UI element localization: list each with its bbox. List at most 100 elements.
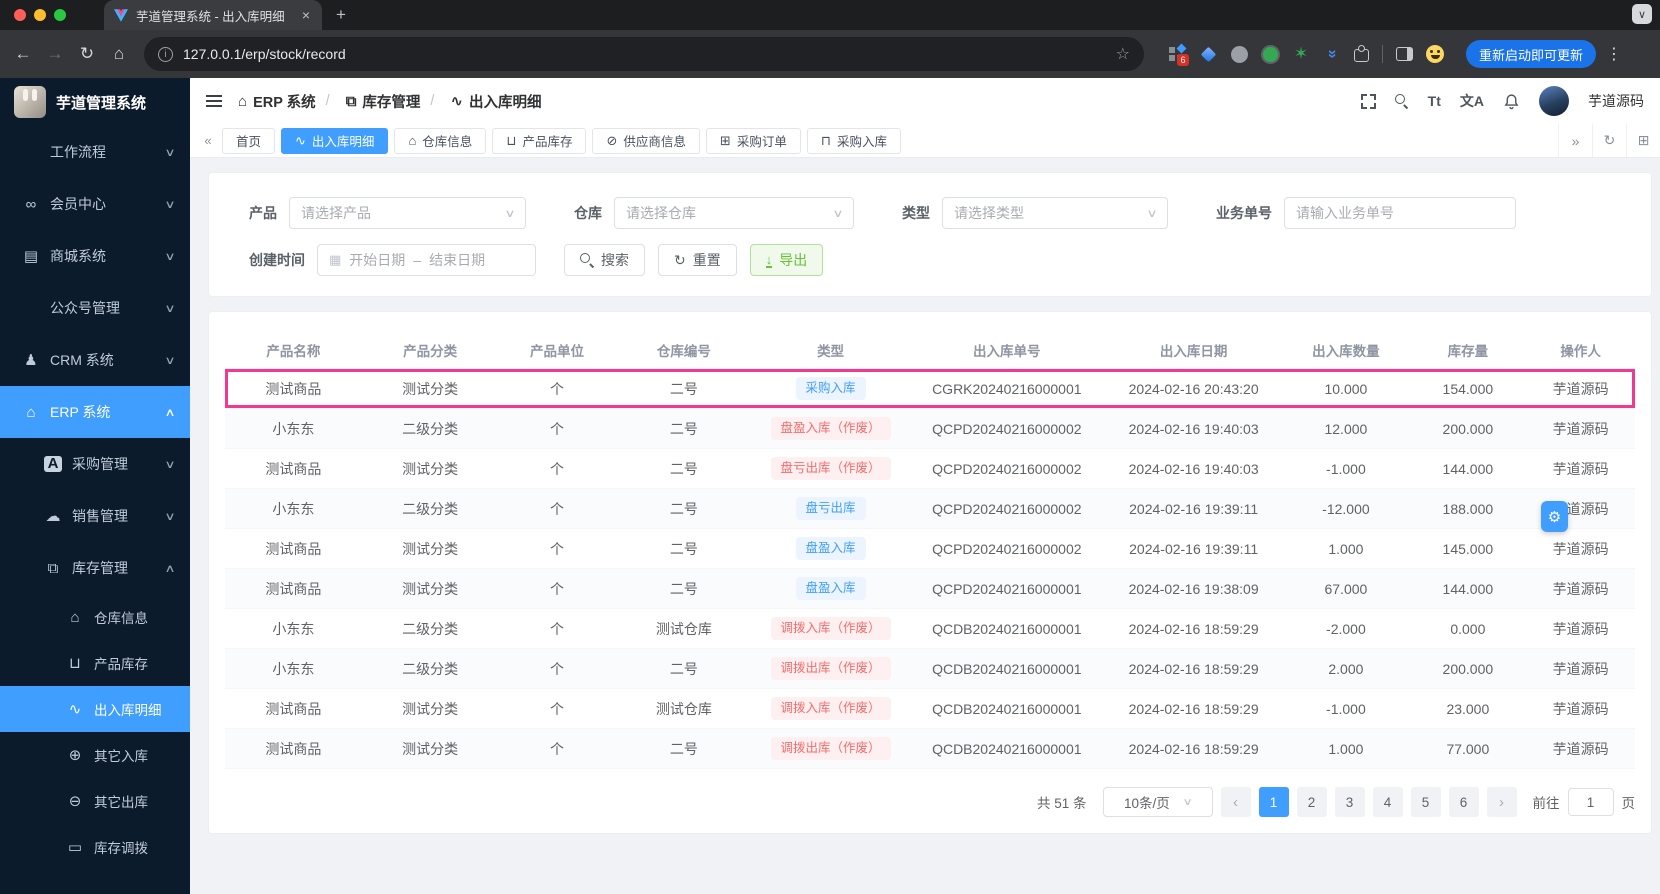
product-select[interactable]: 请选择产品 ∨ <box>289 197 526 229</box>
collapse-sidebar-icon[interactable] <box>206 95 222 107</box>
type-badge: 盘盈入库 <box>795 537 866 560</box>
tab-stock-record[interactable]: ∿ 出入库明细 <box>281 127 389 154</box>
chevron-down-icon: ∨ <box>504 207 516 220</box>
goto-page-input[interactable] <box>1567 788 1614 816</box>
home-icon[interactable]: ⌂ <box>104 39 134 69</box>
green-extension-icon[interactable] <box>1262 46 1278 62</box>
breadcrumb-icon: ∿ <box>450 93 464 110</box>
page-button[interactable]: 1 <box>1258 787 1289 817</box>
sidebar-item-mall-system[interactable]: ▤ 商城系统 ∨ <box>0 230 190 282</box>
side-panel-icon[interactable] <box>1396 47 1413 61</box>
browser-menu-icon[interactable]: ⋮ <box>1598 44 1630 64</box>
tabs-scroll-right-icon[interactable]: » <box>1558 124 1592 157</box>
table-row[interactable]: 测试商品 测试分类 个 二号 盘盈入库 QCPD20240216000001 2… <box>225 569 1635 609</box>
adblock-extension-icon[interactable]: 6 <box>1168 45 1189 66</box>
breadcrumb-inventory-mgmt[interactable]: ⧉ 库存管理 <box>316 91 421 112</box>
tabs-refresh-icon[interactable]: ↻ <box>1592 124 1626 157</box>
table-row[interactable]: 小东东 二级分类 个 二号 盘亏出库 QCPD20240216000002 20… <box>225 489 1635 529</box>
forward-icon[interactable]: → <box>40 39 70 69</box>
sidebar-item-member-center[interactable]: ∞ 会员中心 ∨ <box>0 178 190 230</box>
username[interactable]: 芋道源码 <box>1588 91 1644 111</box>
tab-warehouse-info[interactable]: ⌂ 仓库信息 <box>394 127 487 154</box>
url-text[interactable]: 127.0.0.1/erp/stock/record <box>183 46 346 62</box>
search-icon[interactable] <box>1394 94 1409 108</box>
url-bar[interactable]: 127.0.0.1/erp/stock/record ☆ <box>144 37 1144 71</box>
window-maximize-button[interactable] <box>54 9 66 21</box>
site-info-icon[interactable] <box>158 46 173 62</box>
sidebar-item-other-in[interactable]: ⊕ 其它入库 <box>0 732 190 778</box>
tab-purchase-in[interactable]: ⊓ 采购入库 <box>806 127 901 154</box>
tab-home[interactable]: 首页 <box>222 127 276 154</box>
reset-button[interactable]: ↻ 重置 <box>658 244 737 276</box>
page-button[interactable]: 6 <box>1448 787 1479 817</box>
table-row[interactable]: 测试商品 测试分类 个 二号 盘盈入库 QCPD20240216000002 2… <box>225 529 1635 569</box>
language-icon[interactable]: 文A <box>1460 91 1484 111</box>
table-row[interactable]: 测试商品 测试分类 个 二号 调拨出库（作废） QCDB202402160000… <box>225 729 1635 769</box>
table-row[interactable]: 测试商品 测试分类 个 二号 采购入库 CGRK20240216000001 2… <box>225 369 1635 409</box>
profile-avatar-icon[interactable] <box>1426 45 1444 63</box>
extensions-puzzle-icon[interactable] <box>1354 45 1369 62</box>
tabs-menu-icon[interactable]: ⊞ <box>1626 124 1660 157</box>
new-tab-button[interactable]: + <box>336 5 346 25</box>
user-avatar[interactable] <box>1539 86 1569 116</box>
sidebar-item-crm-system[interactable]: ♟ CRM 系统 ∨ <box>0 334 190 386</box>
table-row[interactable]: 测试商品 测试分类 个 二号 盘亏出库（作废） QCPD202402160000… <box>225 449 1635 489</box>
sidebar-item-inventory-mgmt[interactable]: ⧉ 库存管理 ∧ <box>0 542 190 594</box>
sidebar-item-other-out[interactable]: ⊖ 其它出库 <box>0 778 190 824</box>
tab-supplier-info[interactable]: ⊘ 供应商信息 <box>592 127 700 154</box>
tab-close-icon[interactable]: × <box>300 7 312 23</box>
kite-extension-icon[interactable] <box>1199 45 1217 63</box>
sidebar-item-stock-transfer[interactable]: ▭ 库存调拨 <box>0 824 190 870</box>
table-row[interactable]: 小东东 二级分类 个 二号 盘盈入库（作废） QCPD2024021600000… <box>225 409 1635 449</box>
chevron-icon: ∨ <box>164 250 176 263</box>
reload-icon[interactable]: ↻ <box>72 39 102 69</box>
bookmark-star-icon[interactable]: ☆ <box>1116 44 1130 64</box>
prev-page-button[interactable]: ‹ <box>1220 787 1251 817</box>
browser-update-button[interactable]: 重新启动即可更新 <box>1466 40 1597 68</box>
sidebar-item-product-stock[interactable]: ⊔ 产品库存 <box>0 640 190 686</box>
next-page-button[interactable]: › <box>1486 787 1517 817</box>
page-size-select[interactable]: 10条/页 ∨ <box>1102 787 1213 817</box>
page-button[interactable]: 3 <box>1334 787 1365 817</box>
tab-product-stock[interactable]: ⊔ 产品库存 <box>492 127 587 154</box>
sidebar-menu: 工作流程 ∨ ∞ 会员中心 ∨ ▤ 商城系统 ∨ 公众号管理 ∨ ♟ CRM 系… <box>0 126 190 870</box>
type-badge: 调拨出库（作废） <box>770 657 891 680</box>
sidebar-item-sales-mgmt[interactable]: ☁ 销售管理 ∨ <box>0 490 190 542</box>
page-button[interactable]: 4 <box>1372 787 1403 817</box>
page-button[interactable]: 2 <box>1296 787 1327 817</box>
sidebar-item-erp-system[interactable]: ⌂ ERP 系统 ∧ <box>0 386 190 438</box>
browser-tab[interactable]: 芋道管理系统 - 出入库明细 × <box>104 0 322 30</box>
type-select[interactable]: 请选择类型 ∨ <box>942 197 1168 229</box>
sidebar-item-purchase-mgmt[interactable]: A 采购管理 ∨ <box>0 438 190 490</box>
font-size-icon[interactable]: Tt <box>1428 93 1441 109</box>
sidebar-item-stock-record[interactable]: ∿ 出入库明细 <box>0 686 190 732</box>
window-minimize-button[interactable] <box>34 9 46 21</box>
sidebar-item-warehouse-info[interactable]: ⌂ 仓库信息 <box>0 594 190 640</box>
back-icon[interactable]: ← <box>8 39 38 69</box>
chevrons-extension-icon[interactable] <box>1323 45 1341 63</box>
table-row[interactable]: 小东东 二级分类 个 测试仓库 调拨入库（作废） QCDB20240216000… <box>225 609 1635 649</box>
gray-extension-icon[interactable] <box>1230 45 1248 63</box>
tabs-scroll-left-icon[interactable]: « <box>194 133 222 148</box>
breadcrumb-erp-system[interactable]: ⌂ ERP 系统 <box>238 91 316 112</box>
breadcrumb-stock-record[interactable]: ∿ 出入库明细 <box>420 91 541 112</box>
total-count: 共 51 条 <box>1036 796 1087 811</box>
export-button[interactable]: ↓ 导出 <box>749 244 824 276</box>
sidebar-item-workflow[interactable]: 工作流程 ∨ <box>0 126 190 178</box>
sidebar-item-mp-admin[interactable]: 公众号管理 ∨ <box>0 282 190 334</box>
window-close-button[interactable] <box>14 9 26 21</box>
fullscreen-icon[interactable] <box>1360 93 1376 109</box>
warehouse-select[interactable]: 请选择仓库 ∨ <box>614 197 854 229</box>
table-row[interactable]: 测试商品 测试分类 个 测试仓库 调拨入库（作废） QCDB2024021600… <box>225 689 1635 729</box>
notification-bell-icon[interactable] <box>1503 93 1520 110</box>
page-button[interactable]: 5 <box>1410 787 1441 817</box>
search-button[interactable]: 搜索 <box>564 244 645 276</box>
tab-purchase-order[interactable]: ⊞ 采购订单 <box>705 127 801 154</box>
star-extension-icon[interactable]: ✶ <box>1292 44 1310 63</box>
bizno-input[interactable]: 请输入业务单号 <box>1284 197 1516 229</box>
tab-search-button[interactable]: ∨ <box>1632 4 1652 24</box>
date-range-input[interactable]: ▦ 开始日期 – 结束日期 <box>317 244 536 276</box>
table-row[interactable]: 小东东 二级分类 个 二号 调拨出库（作废） QCDB2024021600000… <box>225 649 1635 689</box>
theme-settings-button[interactable]: ⚙ <box>1541 501 1568 532</box>
signal-icon: ∿ <box>68 701 82 718</box>
